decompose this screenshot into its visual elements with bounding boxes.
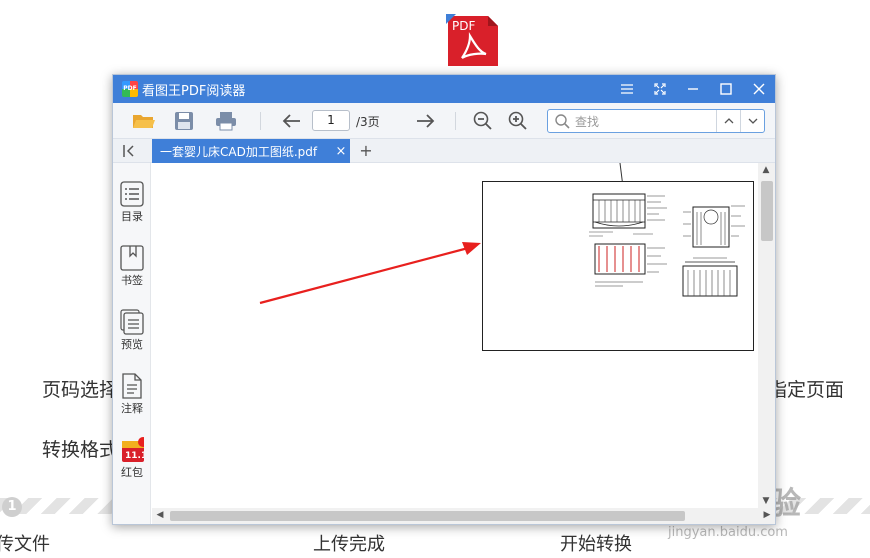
content-area: 目录 书签 预览 注释 11. 红包 ▲ ▼ ◀ ▶ xyxy=(113,163,775,524)
format-label: 转换格式 xyxy=(42,439,119,461)
zoom-in-icon[interactable] xyxy=(505,109,531,133)
red-packet-icon: 11.11 xyxy=(120,437,144,463)
sidebar-item-contents[interactable]: 目录 xyxy=(113,181,151,224)
prev-page-icon[interactable] xyxy=(278,109,304,133)
pdf-icon-text: PDF xyxy=(452,19,475,33)
sidebar-item-preview[interactable]: 预览 xyxy=(113,309,151,352)
step-number-badge: 1 xyxy=(2,497,22,517)
title-bar[interactable]: PDF 看图王PDF阅读器 xyxy=(113,75,775,103)
sidebar-item-label: 预览 xyxy=(121,338,143,351)
minimize-icon[interactable] xyxy=(676,75,709,103)
app-logo: PDF xyxy=(122,81,138,97)
save-icon[interactable] xyxy=(171,109,197,133)
left-sidebar: 目录 书签 预览 注释 11. 红包 xyxy=(113,163,151,524)
pdf-file-icon: PDF xyxy=(446,14,500,68)
fullscreen-icon[interactable] xyxy=(643,75,676,103)
horizontal-scrollbar[interactable]: ◀ ▶ xyxy=(152,508,775,524)
svg-text:11.11: 11.11 xyxy=(125,451,144,461)
maximize-icon[interactable] xyxy=(709,75,742,103)
sidebar-item-label: 红包 xyxy=(121,466,143,479)
scroll-right-icon[interactable]: ▶ xyxy=(759,510,775,520)
red-pointer-arrow xyxy=(259,245,473,305)
pdf-page-thumbnail xyxy=(482,181,754,351)
app-title: 看图王PDF阅读器 xyxy=(142,83,246,99)
page-number-input[interactable]: 1 xyxy=(312,110,350,131)
search-icon xyxy=(555,114,570,129)
list-icon xyxy=(120,181,144,207)
cad-drawing xyxy=(589,193,745,297)
specific-pages-label: 指定页面 xyxy=(768,379,845,401)
step-start-convert: 开始转换 xyxy=(560,534,632,555)
sidebar-item-label: 注释 xyxy=(121,402,143,415)
sidebar-item-annotations[interactable]: 注释 xyxy=(113,373,151,416)
sidebar-item-bookmarks[interactable]: 书签 xyxy=(113,245,151,288)
toolbar: 1 /3页 查找 xyxy=(113,103,775,139)
sidebar-item-label: 目录 xyxy=(121,210,143,223)
window-controls xyxy=(610,75,775,103)
print-icon[interactable] xyxy=(213,109,239,133)
search-placeholder: 查找 xyxy=(575,114,600,129)
annotation-icon xyxy=(120,373,144,399)
scroll-left-icon[interactable]: ◀ xyxy=(152,510,168,520)
page-range-label: 页码选择 xyxy=(42,379,119,401)
next-page-icon[interactable] xyxy=(413,109,439,133)
menu-icon[interactable] xyxy=(610,75,643,103)
step-upload-file: 传文件 xyxy=(0,534,50,555)
vertical-scrollbar[interactable]: ▲ ▼ xyxy=(758,163,775,508)
tab-bar: 一套婴儿床CAD加工图纸.pdf × + xyxy=(113,139,775,163)
collapse-sidebar-icon[interactable] xyxy=(120,142,140,160)
page-total-label: /3页 xyxy=(356,115,380,129)
bookmark-icon xyxy=(120,245,144,271)
preview-icon xyxy=(120,309,144,335)
sidebar-item-label: 书签 xyxy=(121,274,143,287)
scroll-up-icon[interactable]: ▲ xyxy=(758,165,774,175)
document-view[interactable] xyxy=(152,163,757,508)
watermark-sub: jingyan.baidu.com xyxy=(668,525,788,540)
close-icon[interactable] xyxy=(742,75,775,103)
tab-close-icon[interactable]: × xyxy=(332,144,350,159)
tab-document[interactable]: 一套婴儿床CAD加工图纸.pdf × xyxy=(152,139,350,163)
open-folder-icon[interactable] xyxy=(131,109,157,133)
vertical-scroll-thumb[interactable] xyxy=(761,181,773,241)
scroll-down-icon[interactable]: ▼ xyxy=(758,496,774,506)
pdf-reader-window: PDF 看图王PDF阅读器 1 /3页 查找 一套婴儿床CAD加工图纸.pdf … xyxy=(112,74,776,525)
search-input[interactable]: 查找 xyxy=(547,109,765,133)
sidebar-item-red-packet[interactable]: 11.11 红包 xyxy=(113,437,151,480)
tab-document-label: 一套婴儿床CAD加工图纸.pdf xyxy=(160,144,318,159)
add-tab-button[interactable]: + xyxy=(357,141,375,161)
search-next-icon[interactable] xyxy=(740,110,764,132)
step-upload-done: 上传完成 xyxy=(313,534,385,555)
horizontal-scroll-thumb[interactable] xyxy=(170,511,685,521)
toolbar-divider xyxy=(260,112,261,130)
red-pointer-arrowhead xyxy=(462,242,481,255)
toolbar-divider-2 xyxy=(455,112,456,130)
search-prev-icon[interactable] xyxy=(716,110,740,132)
zoom-out-icon[interactable] xyxy=(470,109,496,133)
